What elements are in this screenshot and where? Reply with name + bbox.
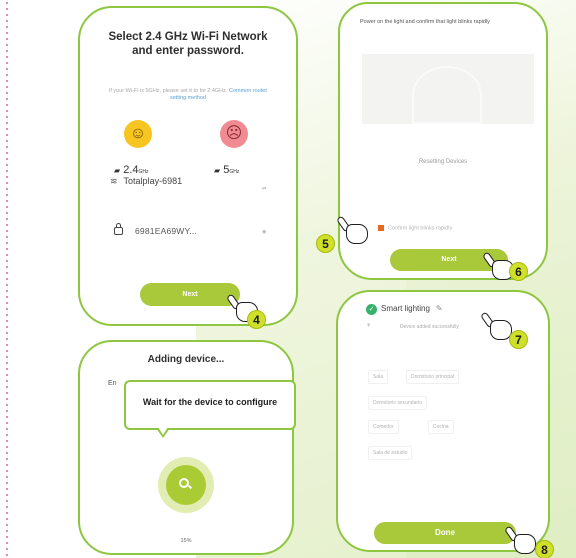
step-marker: 8 (535, 540, 554, 558)
room-chip[interactable]: Dormitorio principal (406, 370, 460, 384)
router-icon: ▰ (114, 166, 121, 175)
wifi-hint-text: If your Wi-Fi is 5GHz, please set it to … (108, 88, 228, 94)
room-chip[interactable]: Cocina (428, 420, 454, 434)
wifi-ssid: Totalplay-6981 (123, 176, 183, 186)
room-chip[interactable]: Sala de estudio (368, 446, 413, 460)
adding-device-screen: Adding device... En 15% (78, 340, 294, 555)
sad-face-icon: ☹ (220, 120, 248, 148)
step-marker: 5 (316, 234, 335, 253)
band-5g: ▰ 5GHz (214, 164, 240, 176)
confirm-blink-checkbox[interactable]: Confirm light blinks rapidly (378, 225, 452, 231)
progress-percent: 15% (180, 538, 192, 544)
wifi-network-field[interactable]: ≋ Totalplay-6981 (110, 176, 182, 187)
switch-network-icon[interactable]: ⇄ (262, 186, 266, 192)
wifi-setup-title: Select 2.4 GHz Wi-Fi Network and enter p… (108, 31, 268, 57)
step-marker: 7 (509, 330, 528, 349)
dotted-divider (6, 0, 8, 558)
room-chip[interactable]: Dormitorio secundario (368, 396, 427, 410)
device-name: Smart lighting (381, 304, 430, 313)
eye-icon[interactable]: ◉ (262, 229, 266, 235)
adding-device-title: Adding device... (147, 354, 225, 365)
step-marker: 4 (247, 310, 266, 329)
wifi-icon: ≋ (110, 176, 118, 186)
bulb-icon: ♀ (366, 322, 372, 329)
partial-text: En (108, 380, 117, 387)
tap-hand-icon (336, 215, 372, 246)
step-marker: 6 (509, 262, 528, 281)
next-button[interactable]: Next (140, 283, 240, 306)
callout-box: Wait for the device to configure (124, 380, 296, 430)
wifi-setup-screen: Select 2.4 GHz Wi-Fi Network and enter p… (78, 6, 298, 326)
callout-tail-inner (158, 427, 168, 435)
callout-text: Wait for the device to configure (142, 397, 278, 407)
router-icon: ▰ (214, 166, 221, 175)
done-button[interactable]: Done (374, 522, 516, 544)
password-value: 6981EA69WY... (135, 226, 197, 236)
wifi-hint: If your Wi-Fi is 5GHz, please set it to … (100, 88, 276, 102)
room-chip[interactable]: Comedor (368, 420, 399, 434)
check-circle-icon: ✓ (366, 304, 377, 315)
checkbox-icon (378, 225, 384, 231)
password-field[interactable]: 6981EA69WY... (114, 223, 197, 236)
reset-instruction: Power on the light and confirm that ligh… (360, 19, 490, 25)
lock-icon (114, 223, 123, 235)
device-added-subtitle: Device added successfully (400, 324, 459, 330)
pencil-icon[interactable]: ✎ (436, 304, 443, 313)
reset-status: Resetting Devices (418, 159, 468, 165)
band-2g4: ▰ 2.4GHz (114, 164, 149, 176)
search-icon (179, 478, 189, 488)
happy-face-icon: ☺ (124, 120, 152, 148)
bulb-outline (412, 66, 482, 124)
device-name-row: ✓ Smart lighting ✎ (366, 304, 443, 315)
room-chip[interactable]: Sala (368, 370, 389, 384)
